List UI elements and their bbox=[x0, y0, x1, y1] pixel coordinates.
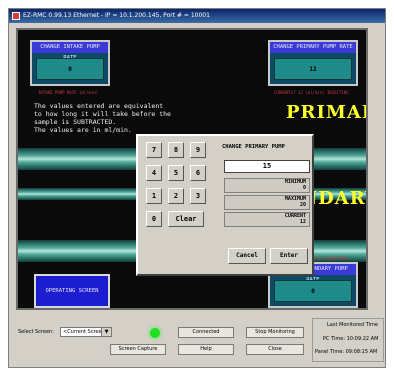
screen-capture-button[interactable]: Screen Capture bbox=[110, 344, 166, 355]
intake-subtitle: INTAKE PUMP RATE (ml/min) bbox=[38, 90, 99, 95]
keypad-entry-field[interactable]: 15 bbox=[224, 160, 310, 173]
key-2[interactable]: 2 bbox=[168, 188, 184, 204]
key-5[interactable]: 5 bbox=[168, 165, 184, 181]
keypad-title: CHANGE PRIMARY PUMP bbox=[222, 144, 285, 150]
minimum-readout: MINIMUM 0 bbox=[224, 178, 310, 193]
change-intake-pump-button[interactable]: CHANGE INTAKE PUMP RATE 0 bbox=[30, 40, 110, 86]
intake-pump-value: 0 bbox=[36, 58, 104, 80]
operating-screen-button[interactable]: OPERATING SCREEN bbox=[34, 274, 110, 308]
primary-subtitle: CURRENTLY 12 (ml/min) INJECTING bbox=[274, 90, 349, 95]
title-bar: EZ-RMC 0.99.13 Ethernet - IP = 10.1.200.… bbox=[9, 9, 385, 23]
key-7[interactable]: 7 bbox=[146, 142, 162, 158]
window-title: EZ-RMC 0.99.13 Ethernet - IP = 10.1.200.… bbox=[23, 12, 210, 19]
help-button[interactable]: Help bbox=[178, 344, 234, 355]
intake-pump-header: CHANGE INTAKE PUMP RATE bbox=[32, 42, 108, 61]
change-primary-pump-button[interactable]: CHANGE PRIMARY PUMP RATE 12 bbox=[268, 40, 358, 86]
chevron-down-icon: ▼ bbox=[101, 328, 111, 336]
pc-time: PC Time: 10:09:22 AM bbox=[323, 336, 379, 342]
connected-button[interactable]: Connected bbox=[178, 327, 234, 338]
app-icon bbox=[12, 12, 20, 20]
key-0[interactable]: 0 bbox=[146, 211, 162, 227]
info-text: The values entered are equivalent to how… bbox=[34, 102, 171, 134]
last-monitored-box: Last Monitored Time PC Time: 10:09:22 AM… bbox=[312, 318, 384, 362]
maximum-readout: MAXIMUM 20 bbox=[224, 195, 310, 210]
current-readout: CURRENT 12 bbox=[224, 212, 310, 227]
key-4[interactable]: 4 bbox=[146, 165, 162, 181]
key-1[interactable]: 1 bbox=[146, 188, 162, 204]
cancel-button[interactable]: Cancel bbox=[228, 248, 266, 264]
hmi-screen: CHANGE INTAKE PUMP RATE 0 INTAKE PUMP RA… bbox=[16, 28, 368, 310]
key-9[interactable]: 9 bbox=[190, 142, 206, 158]
panel-time: Panel Time: 09:08:15 AM bbox=[315, 349, 378, 355]
primary-pump-value: 12 bbox=[274, 58, 352, 80]
primary-pump-label: PRIMARY PUMP bbox=[286, 102, 366, 123]
select-screen-label: Select Screen: bbox=[18, 329, 54, 335]
key-6[interactable]: 6 bbox=[190, 165, 206, 181]
connection-status-led bbox=[150, 328, 160, 338]
last-monitored-title: Last Monitored Time bbox=[327, 322, 378, 328]
keypad-dialog: 7 8 9 4 5 6 1 2 3 0 Clear CHANGE PRIMARY… bbox=[136, 134, 314, 276]
select-screen-dropdown[interactable]: <Current Screen> ▼ bbox=[60, 327, 112, 337]
primary-pump-header: CHANGE PRIMARY PUMP RATE bbox=[270, 42, 356, 53]
enter-button[interactable]: Enter bbox=[270, 248, 308, 264]
clear-button[interactable]: Clear bbox=[168, 211, 204, 227]
close-button[interactable]: Close bbox=[246, 344, 304, 355]
secondary-pump-value: 0 bbox=[274, 280, 352, 302]
key-3[interactable]: 3 bbox=[190, 188, 206, 204]
key-8[interactable]: 8 bbox=[168, 142, 184, 158]
stop-monitoring-button[interactable]: Stop Monitoring bbox=[246, 327, 304, 338]
